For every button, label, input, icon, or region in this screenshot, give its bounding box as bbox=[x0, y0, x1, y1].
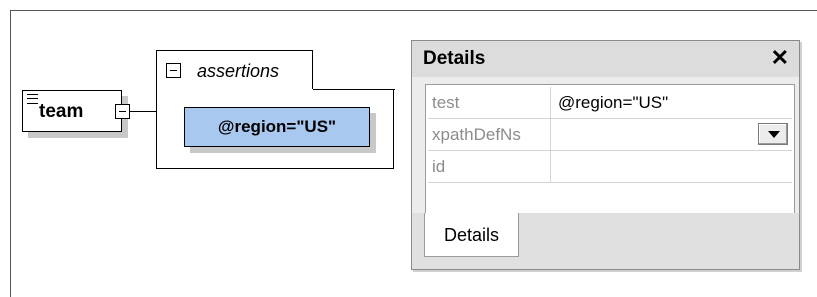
details-row-xpathdefns[interactable]: xpathDefNs bbox=[428, 119, 792, 151]
collapse-assertions-icon[interactable] bbox=[166, 63, 181, 78]
team-element-label: team bbox=[39, 101, 84, 122]
xpathdefns-value-field[interactable] bbox=[552, 119, 792, 150]
row-name: test bbox=[428, 87, 551, 118]
id-value-field[interactable] bbox=[552, 151, 792, 182]
row-name: id bbox=[428, 151, 551, 182]
details-row-id[interactable]: id bbox=[428, 151, 792, 183]
tab-strip: Details bbox=[412, 213, 799, 269]
collapse-team-icon[interactable] bbox=[115, 104, 130, 119]
assertions-title: assertions bbox=[197, 61, 280, 81]
assertions-header[interactable]: assertions bbox=[156, 50, 313, 90]
test-value-field[interactable]: @region="US" bbox=[552, 87, 792, 118]
close-icon[interactable]: ✕ bbox=[771, 45, 789, 71]
row-name: xpathDefNs bbox=[428, 119, 551, 150]
chevron-down-icon[interactable] bbox=[758, 123, 788, 145]
connector-line bbox=[130, 111, 156, 112]
details-window: Details ✕ test @region="US" xpathDefNs i… bbox=[411, 40, 800, 270]
details-titlebar[interactable]: Details ✕ bbox=[412, 41, 799, 77]
element-lines-icon bbox=[27, 94, 38, 104]
team-element-node[interactable]: team bbox=[22, 90, 122, 132]
details-title: Details bbox=[423, 48, 486, 69]
assertion-node[interactable]: @region="US" bbox=[184, 107, 370, 147]
details-row-test[interactable]: test @region="US" bbox=[428, 87, 792, 119]
tab-details[interactable]: Details bbox=[424, 213, 519, 257]
